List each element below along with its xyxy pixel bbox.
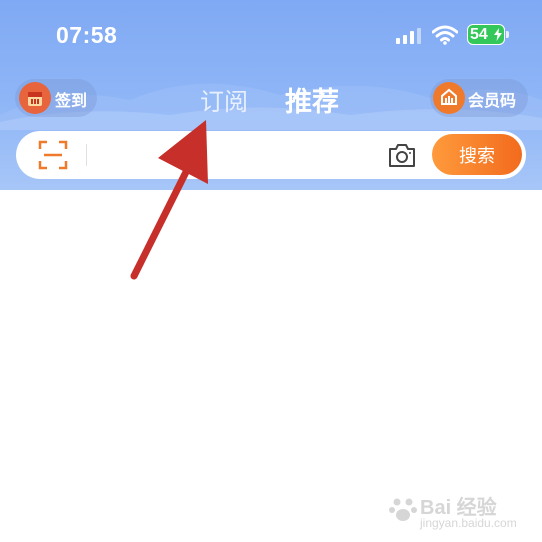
baidu-paw-icon [389,498,417,521]
watermark: Bai 经验 jingyan.baidu.com [388,483,538,538]
annotation-arrow [130,120,208,280]
watermark-url: jingyan.baidu.com [420,516,517,530]
